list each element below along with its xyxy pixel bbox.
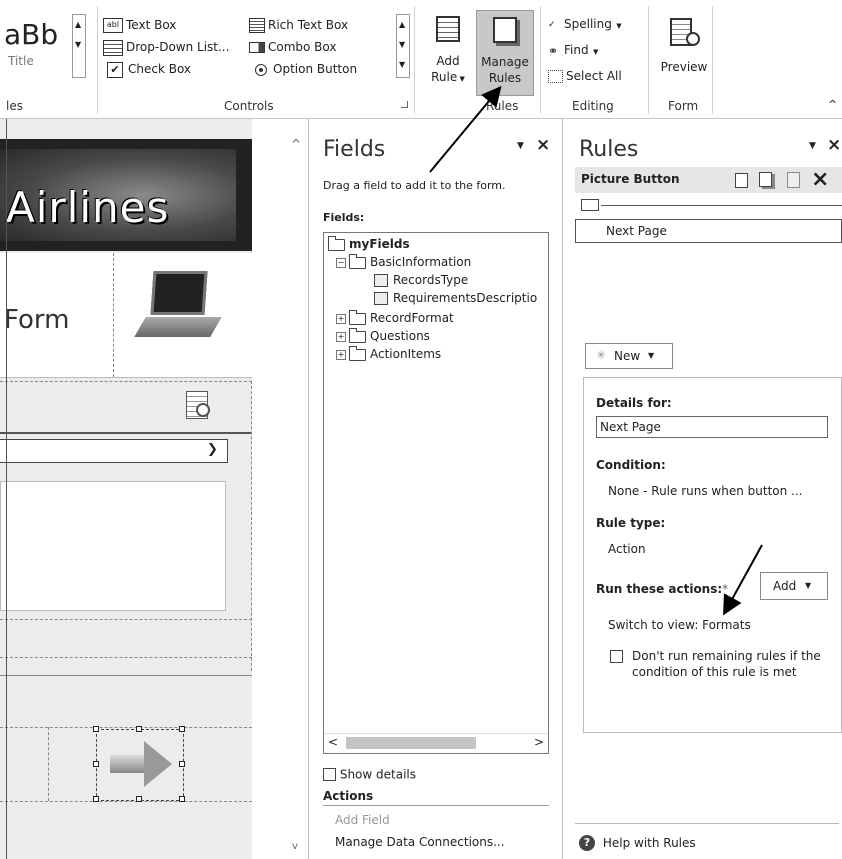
annotation-arrow-action <box>723 544 763 616</box>
annotation-arrows <box>429 85 763 616</box>
annotation-arrow-manage-rules <box>429 85 502 173</box>
